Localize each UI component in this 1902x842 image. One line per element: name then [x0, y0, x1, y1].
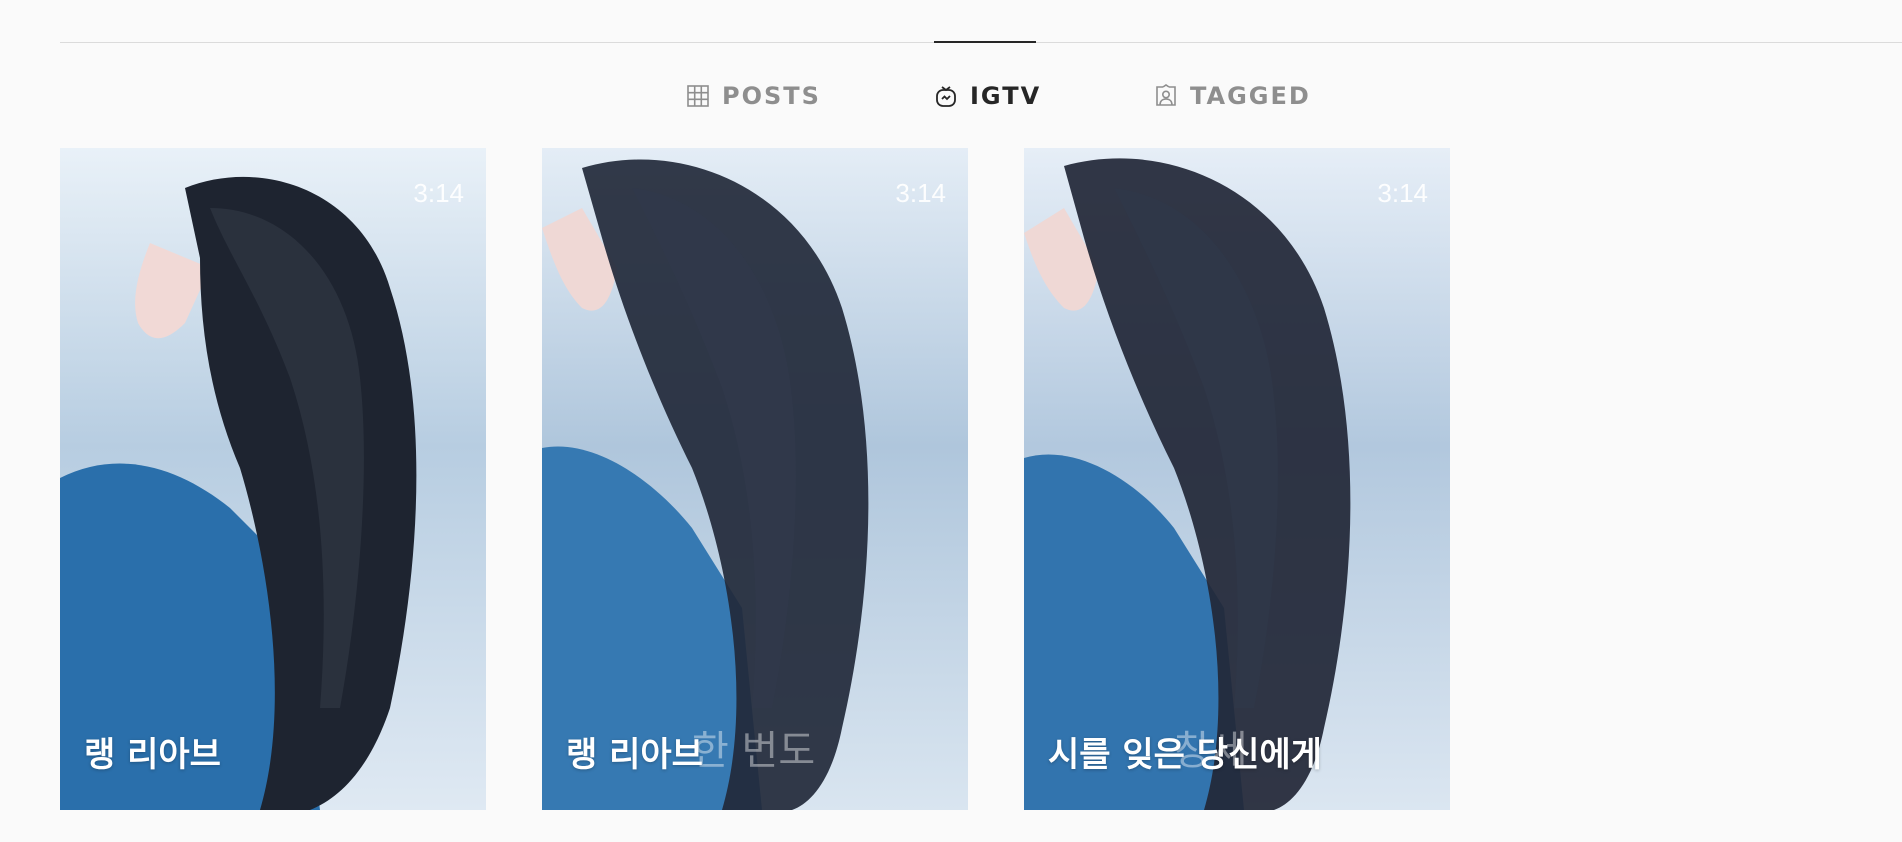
igtv-video-card[interactable]: 3:14 창세 시를 잊은 당신에게: [1024, 148, 1450, 810]
tab-tagged[interactable]: TAGGED: [1154, 42, 1311, 150]
video-duration: 3:14: [1377, 178, 1428, 208]
video-title: 랭 리아브: [84, 735, 221, 775]
tab-posts[interactable]: POSTS: [686, 42, 821, 150]
video-title: 시를 잊은 당신에게: [1048, 735, 1322, 775]
grid-icon: [686, 84, 710, 108]
igtv-grid: 3:14 랭 리아브 3:14 한 번도 랭 리아브 3:14 창세 시를 잊은…: [60, 148, 1450, 810]
igtv-icon: [934, 84, 958, 108]
tagged-icon: [1154, 84, 1178, 108]
profile-tabs: POSTS IGTV TAGGED: [0, 41, 1902, 150]
tab-igtv[interactable]: IGTV: [934, 41, 1039, 149]
video-thumbnail: [60, 148, 486, 810]
video-duration: 3:14: [895, 178, 946, 208]
video-thumbnail: [1024, 148, 1450, 810]
video-title: 랭 리아브: [566, 735, 703, 775]
video-duration: 3:14: [413, 178, 464, 208]
tab-tagged-label: TAGGED: [1190, 82, 1311, 110]
tab-igtv-label: IGTV: [970, 82, 1042, 110]
video-thumbnail: [542, 148, 968, 810]
igtv-video-card[interactable]: 3:14 랭 리아브: [60, 148, 486, 810]
igtv-video-card[interactable]: 3:14 한 번도 랭 리아브: [542, 148, 968, 810]
video-ghost-caption: 한 번도: [692, 728, 816, 774]
tab-posts-label: POSTS: [722, 82, 821, 110]
